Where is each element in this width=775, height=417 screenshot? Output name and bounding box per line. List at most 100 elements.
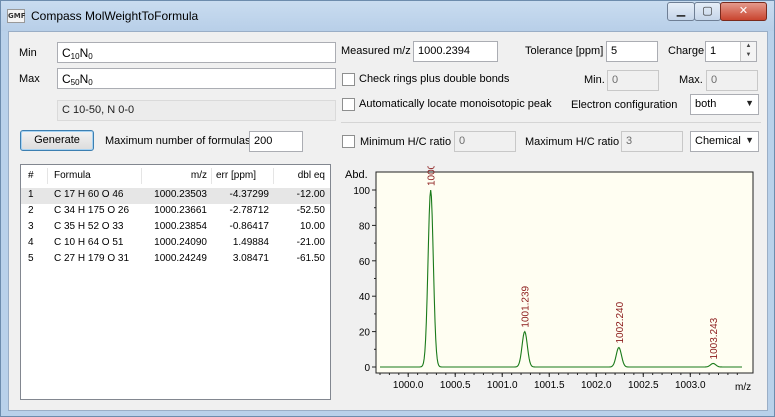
peak-label: 1002.240 bbox=[615, 301, 626, 343]
generate-button[interactable]: Generate bbox=[20, 130, 94, 151]
minimize-icon: ▁ bbox=[676, 5, 686, 17]
min-hc-label: Minimum H/C ratio bbox=[360, 136, 452, 148]
x-tick-label: 1003.0 bbox=[675, 380, 706, 391]
min-hc-input[interactable]: 0 bbox=[454, 131, 516, 152]
row-error: -4.37299 bbox=[229, 189, 269, 200]
table-row[interactable]: 4 C 10 H 64 O 51 1000.24090 1.49884 -21.… bbox=[21, 236, 330, 252]
min-n-count: 0 bbox=[88, 52, 93, 61]
electron-config-label: Electron configuration bbox=[571, 99, 678, 111]
rings-min-input[interactable]: 0 bbox=[607, 70, 659, 91]
x-tick-label: 1000.0 bbox=[393, 380, 424, 391]
rings-checkbox[interactable] bbox=[342, 73, 355, 86]
rings-max-input[interactable]: 0 bbox=[706, 70, 758, 91]
min-label: Min bbox=[19, 47, 37, 59]
max-formulas-label: Maximum number of formulas bbox=[105, 135, 251, 147]
x-tick-label: 1001.5 bbox=[534, 380, 565, 391]
row-mz: 1000.24090 bbox=[154, 237, 207, 248]
column-header-formula[interactable]: Formula bbox=[54, 165, 91, 187]
row-formula: C 27 H 179 O 31 bbox=[54, 253, 130, 264]
row-index: 1 bbox=[28, 189, 34, 200]
row-error: -2.78712 bbox=[229, 205, 269, 216]
column-header-index[interactable]: # bbox=[28, 165, 34, 187]
peak-label: 1000 bbox=[427, 166, 438, 186]
max-c-symbol: C bbox=[62, 72, 71, 86]
range-summary: C 10-50, N 0-0 bbox=[57, 100, 336, 121]
min-n-symbol: N bbox=[79, 46, 89, 60]
y-tick-label: 20 bbox=[359, 328, 371, 339]
min-hc-checkbox[interactable] bbox=[342, 135, 355, 148]
charge-spinner[interactable]: 1 ▲ ▼ bbox=[705, 41, 757, 62]
charge-label: Charge bbox=[668, 45, 705, 57]
max-n-symbol: N bbox=[79, 72, 89, 86]
chevron-down-icon: ▼ bbox=[745, 98, 754, 108]
spin-up-icon[interactable]: ▲ bbox=[741, 42, 756, 51]
column-divider[interactable] bbox=[47, 168, 48, 184]
max-hc-label: Maximum H/C ratio bbox=[525, 136, 620, 148]
settings-divider bbox=[341, 122, 761, 123]
row-mz: 1000.23661 bbox=[154, 205, 207, 216]
tolerance-input[interactable]: 5 bbox=[606, 41, 658, 62]
row-mz: 1000.24249 bbox=[154, 253, 207, 264]
x-tick-label: 1002.0 bbox=[581, 380, 612, 391]
column-divider[interactable] bbox=[211, 168, 212, 184]
row-index: 3 bbox=[28, 221, 34, 232]
measured-mz-label: Measured m/z bbox=[341, 45, 411, 57]
column-divider[interactable] bbox=[141, 168, 142, 184]
y-tick-label: 60 bbox=[359, 257, 371, 268]
x-tick-label: 1002.5 bbox=[628, 380, 659, 391]
column-divider[interactable] bbox=[273, 168, 274, 184]
hc-mode-select[interactable]: Chemical ▼ bbox=[690, 131, 759, 152]
row-mz: 1000.23854 bbox=[154, 221, 207, 232]
table-row[interactable]: 5 C 27 H 179 O 31 1000.24249 3.08471 -61… bbox=[21, 252, 330, 268]
row-formula: C 35 H 52 O 33 bbox=[54, 221, 124, 232]
minimize-button[interactable]: ▁ bbox=[667, 2, 695, 21]
row-dbl-eq: -61.50 bbox=[296, 253, 325, 264]
rings-label: Check rings plus double bonds bbox=[359, 73, 510, 85]
y-tick-label: 40 bbox=[359, 292, 371, 303]
min-formula-input[interactable]: C10N0 bbox=[57, 42, 336, 63]
max-n-count: 0 bbox=[88, 78, 93, 87]
row-dbl-eq: -21.00 bbox=[296, 237, 325, 248]
app-icon: GMF bbox=[7, 9, 26, 23]
row-index: 2 bbox=[28, 205, 34, 216]
close-button[interactable]: ✕ bbox=[720, 2, 767, 21]
charge-value: 1 bbox=[710, 45, 717, 57]
max-label: Max bbox=[19, 73, 40, 85]
peak-label: 1001.239 bbox=[521, 285, 532, 327]
spectrum-chart[interactable]: 0 20 40 60 80 100 1000.0 1000.5 1001.0 1001.5 1002… bbox=[341, 163, 762, 398]
table-row[interactable]: 2 C 34 H 175 O 26 1000.23661 -2.78712 -5… bbox=[21, 204, 330, 220]
x-tick-label: 1001.0 bbox=[487, 380, 518, 391]
charge-spin-buttons[interactable]: ▲ ▼ bbox=[740, 42, 756, 61]
title-bar[interactable]: GMF Compass MolWeightToFormula ▁ ▢ ✕ bbox=[1, 1, 774, 31]
column-header-dbl-eq[interactable]: dbl eq bbox=[275, 165, 325, 187]
table-row[interactable]: 1 C 17 H 60 O 46 1000.23503 -4.37299 -12… bbox=[21, 188, 330, 204]
measured-mz-input[interactable]: 1000.2394 bbox=[413, 41, 498, 62]
close-icon: ✕ bbox=[738, 5, 749, 17]
x-axis-label: m/z bbox=[735, 382, 751, 393]
electron-config-select[interactable]: both ▼ bbox=[690, 94, 759, 115]
max-formulas-input[interactable]: 200 bbox=[249, 131, 303, 152]
y-tick-label: 80 bbox=[359, 221, 371, 232]
row-mz: 1000.23503 bbox=[154, 189, 207, 200]
min-c-symbol: C bbox=[62, 46, 71, 60]
tolerance-label: Tolerance [ppm] bbox=[525, 45, 604, 57]
max-hc-input[interactable]: 3 bbox=[621, 131, 683, 152]
column-header-error[interactable]: err [ppm] bbox=[216, 165, 256, 187]
results-list[interactable]: # Formula m/z err [ppm] dbl eq 1 C 17 H … bbox=[20, 164, 331, 400]
max-c-count: 50 bbox=[70, 78, 80, 87]
row-error: -0.86417 bbox=[229, 221, 269, 232]
peak-label: 1003.243 bbox=[709, 317, 720, 359]
row-error: 3.08471 bbox=[232, 253, 269, 264]
max-formula-input[interactable]: C50N0 bbox=[57, 68, 336, 89]
table-row[interactable]: 3 C 35 H 52 O 33 1000.23854 -0.86417 10.… bbox=[21, 220, 330, 236]
row-error: 1.49884 bbox=[232, 237, 269, 248]
monoisotopic-checkbox[interactable] bbox=[342, 98, 355, 111]
maximize-button[interactable]: ▢ bbox=[694, 2, 721, 21]
row-index: 4 bbox=[28, 237, 34, 248]
plot-area[interactable] bbox=[375, 171, 754, 374]
column-header-mz[interactable]: m/z bbox=[143, 165, 207, 187]
spin-down-icon[interactable]: ▼ bbox=[741, 51, 756, 60]
row-dbl-eq: 10.00 bbox=[299, 221, 325, 232]
app-window: GMF Compass MolWeightToFormula ▁ ▢ ✕ Min… bbox=[0, 0, 775, 417]
spectrum-plot[interactable]: 0 20 40 60 80 100 1000.0 1000.5 1001.0 1001.5 1002… bbox=[341, 163, 762, 398]
